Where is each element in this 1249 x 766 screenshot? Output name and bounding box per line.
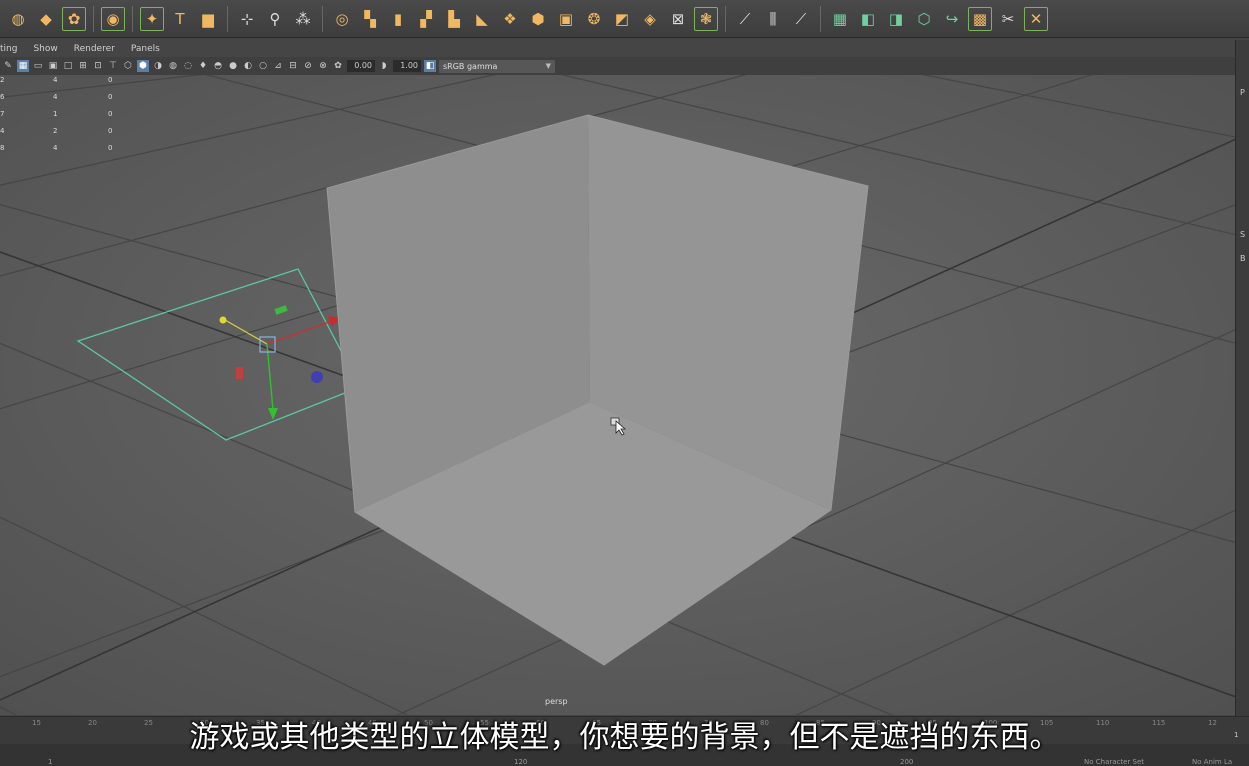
xray-components-icon[interactable]: ⊗ xyxy=(317,60,329,72)
pencil-icon[interactable]: ✎ xyxy=(2,60,14,72)
edge-loop-icon[interactable]: ⫼ xyxy=(761,7,785,31)
motion-blur-icon[interactable]: ◐ xyxy=(242,60,254,72)
mirror-icon[interactable]: ❖ xyxy=(498,7,522,31)
antialias-icon[interactable]: ○ xyxy=(257,60,269,72)
sew-uv-icon[interactable]: ✕ xyxy=(1024,6,1048,31)
menu-show[interactable]: Show xyxy=(33,44,57,54)
ambient-occlusion-icon[interactable]: ● xyxy=(227,60,239,72)
xray-joints-icon[interactable]: ⊘ xyxy=(302,60,314,72)
spherical-map-icon[interactable]: ⬡ xyxy=(912,7,936,31)
film-gate-icon[interactable]: ▭ xyxy=(32,60,44,72)
gate-mask-icon[interactable]: □ xyxy=(62,60,74,72)
extract-icon[interactable]: ▮ xyxy=(386,7,410,31)
select-diamond-icon[interactable]: ◆ xyxy=(34,7,58,31)
pivot-icon[interactable]: ⊹ xyxy=(235,7,259,31)
menu-lighting[interactable]: ting xyxy=(0,44,17,54)
resolution-gate-icon[interactable]: ▣ xyxy=(47,60,59,72)
viewport-persp[interactable] xyxy=(0,75,1235,715)
uv-editor-icon[interactable]: ▦ xyxy=(828,7,852,31)
xray-icon[interactable]: ⊟ xyxy=(287,60,299,72)
menu-panels[interactable]: Panels xyxy=(131,44,160,54)
text-icon[interactable]: T xyxy=(168,7,192,31)
shadows-icon[interactable]: ◓ xyxy=(212,60,224,72)
camera-name-label: persp xyxy=(545,697,568,706)
hud-poly-count: 240 640 710 420 840 xyxy=(0,76,163,161)
hud-row: 240 xyxy=(0,76,113,84)
color-management-icon[interactable]: ◧ xyxy=(424,60,436,72)
star-icon[interactable]: ✦ xyxy=(140,6,164,31)
combine-icon[interactable]: ◎ xyxy=(330,7,354,31)
grid-icon[interactable]: ⊠ xyxy=(666,7,690,31)
right-strip-p: P xyxy=(1240,88,1245,97)
planar-map-icon[interactable]: ◧ xyxy=(856,7,880,31)
cut-uv-icon[interactable]: ✂ xyxy=(996,7,1020,31)
video-subtitle: 游戏或其他类型的立体模型，你想要的背景，但不是遮挡的东西。 xyxy=(189,720,1060,755)
cube-icon[interactable]: ⬢ xyxy=(526,7,550,31)
panel-menu-bar: ting Show Renderer Panels xyxy=(0,40,1235,57)
hud-row: 420 xyxy=(0,127,113,135)
isolate-icon[interactable]: ⊿ xyxy=(272,60,284,72)
grid-toggle-icon[interactable]: ▦ xyxy=(17,60,29,72)
separate-icon[interactable]: ▚ xyxy=(358,7,382,31)
shelf-toolbar: ◍ ◆ ✿ ◉ ✦ T ▆ ⊹ ⚲ ⁂ ◎ ▚ ▮ ▞ ▙ ◣ ❖ ⬢ ▣ ❂ ◩ ◈ ⊠ ❃ ⟋ ⫼ ⟋ ▦ ◧ ◨ ⬡ ↪ ▩ ✂ ✕ xyxy=(0,0,1249,38)
center-pivot-icon[interactable]: ⚲ xyxy=(263,7,287,31)
extrude-icon[interactable]: ◩ xyxy=(610,7,634,31)
safe-title-icon[interactable]: ⊤ xyxy=(107,60,119,72)
svg-icon[interactable]: ▆ xyxy=(196,7,220,31)
field-chart-icon[interactable]: ⊞ xyxy=(77,60,89,72)
auto-map-icon[interactable]: ↪ xyxy=(940,7,964,31)
lasso-icon[interactable]: ◍ xyxy=(6,7,30,31)
shelf-separator xyxy=(227,5,228,32)
hud-row: 840 xyxy=(0,144,113,152)
fill-hole-icon[interactable]: ▣ xyxy=(554,7,578,31)
sphere-mesh-icon[interactable]: ❂ xyxy=(582,7,606,31)
hud-row: 640 xyxy=(0,93,113,101)
sphere-icon[interactable]: ◉ xyxy=(101,6,125,31)
smooth-icon[interactable]: ▙ xyxy=(442,7,466,31)
shelf-separator xyxy=(820,5,821,32)
textured-icon[interactable]: ◍ xyxy=(167,60,179,72)
shelf-separator xyxy=(725,5,726,32)
panel-toolbar: ✎ ▦ ▭ ▣ □ ⊞ ⊡ ⊤ ⬡ ⬢ ◑ ◍ ◌ ♦ ◓ ● ◐ ○ ⊿ ⊟ … xyxy=(0,57,1235,75)
checker-icon[interactable]: ▩ xyxy=(968,6,992,31)
safe-action-icon[interactable]: ⊡ xyxy=(92,60,104,72)
target-weld-icon[interactable]: ⟋ xyxy=(789,7,813,31)
shelf-separator xyxy=(322,5,323,32)
gamma-icon: ◗ xyxy=(381,61,387,71)
paint-select-icon[interactable]: ✿ xyxy=(62,6,86,31)
exposure-icon: ✿ xyxy=(334,61,342,71)
hud-row: 710 xyxy=(0,110,113,118)
bridge-icon[interactable]: ◈ xyxy=(638,7,662,31)
reduce-icon[interactable]: ◣ xyxy=(470,7,494,31)
freeze-icon[interactable]: ⁂ xyxy=(291,7,315,31)
attribute-editor-edge[interactable]: P S B xyxy=(1235,40,1249,716)
exposure-field[interactable]: 0.00 xyxy=(347,60,375,72)
bevel-icon[interactable]: ❃ xyxy=(694,6,718,31)
shelf-separator xyxy=(93,5,94,32)
default-material-icon[interactable]: ◑ xyxy=(152,60,164,72)
menu-renderer[interactable]: Renderer xyxy=(74,44,115,54)
lights-icon[interactable]: ♦ xyxy=(197,60,209,72)
wireframe-icon[interactable]: ⬡ xyxy=(122,60,134,72)
use-lights-icon[interactable]: ◌ xyxy=(182,60,194,72)
cylindrical-map-icon[interactable]: ◨ xyxy=(884,7,908,31)
smooth-shade-icon[interactable]: ⬢ xyxy=(137,60,149,72)
multi-cut-icon[interactable]: ⟋ xyxy=(733,7,757,31)
right-strip-b: B xyxy=(1240,254,1246,263)
gamma-field[interactable]: 1.00 xyxy=(393,60,421,72)
right-strip-s: S xyxy=(1240,230,1246,239)
booleans-icon[interactable]: ▞ xyxy=(414,7,438,31)
color-space-dropdown[interactable]: sRGB gamma xyxy=(439,59,555,73)
shelf-separator xyxy=(132,5,133,32)
